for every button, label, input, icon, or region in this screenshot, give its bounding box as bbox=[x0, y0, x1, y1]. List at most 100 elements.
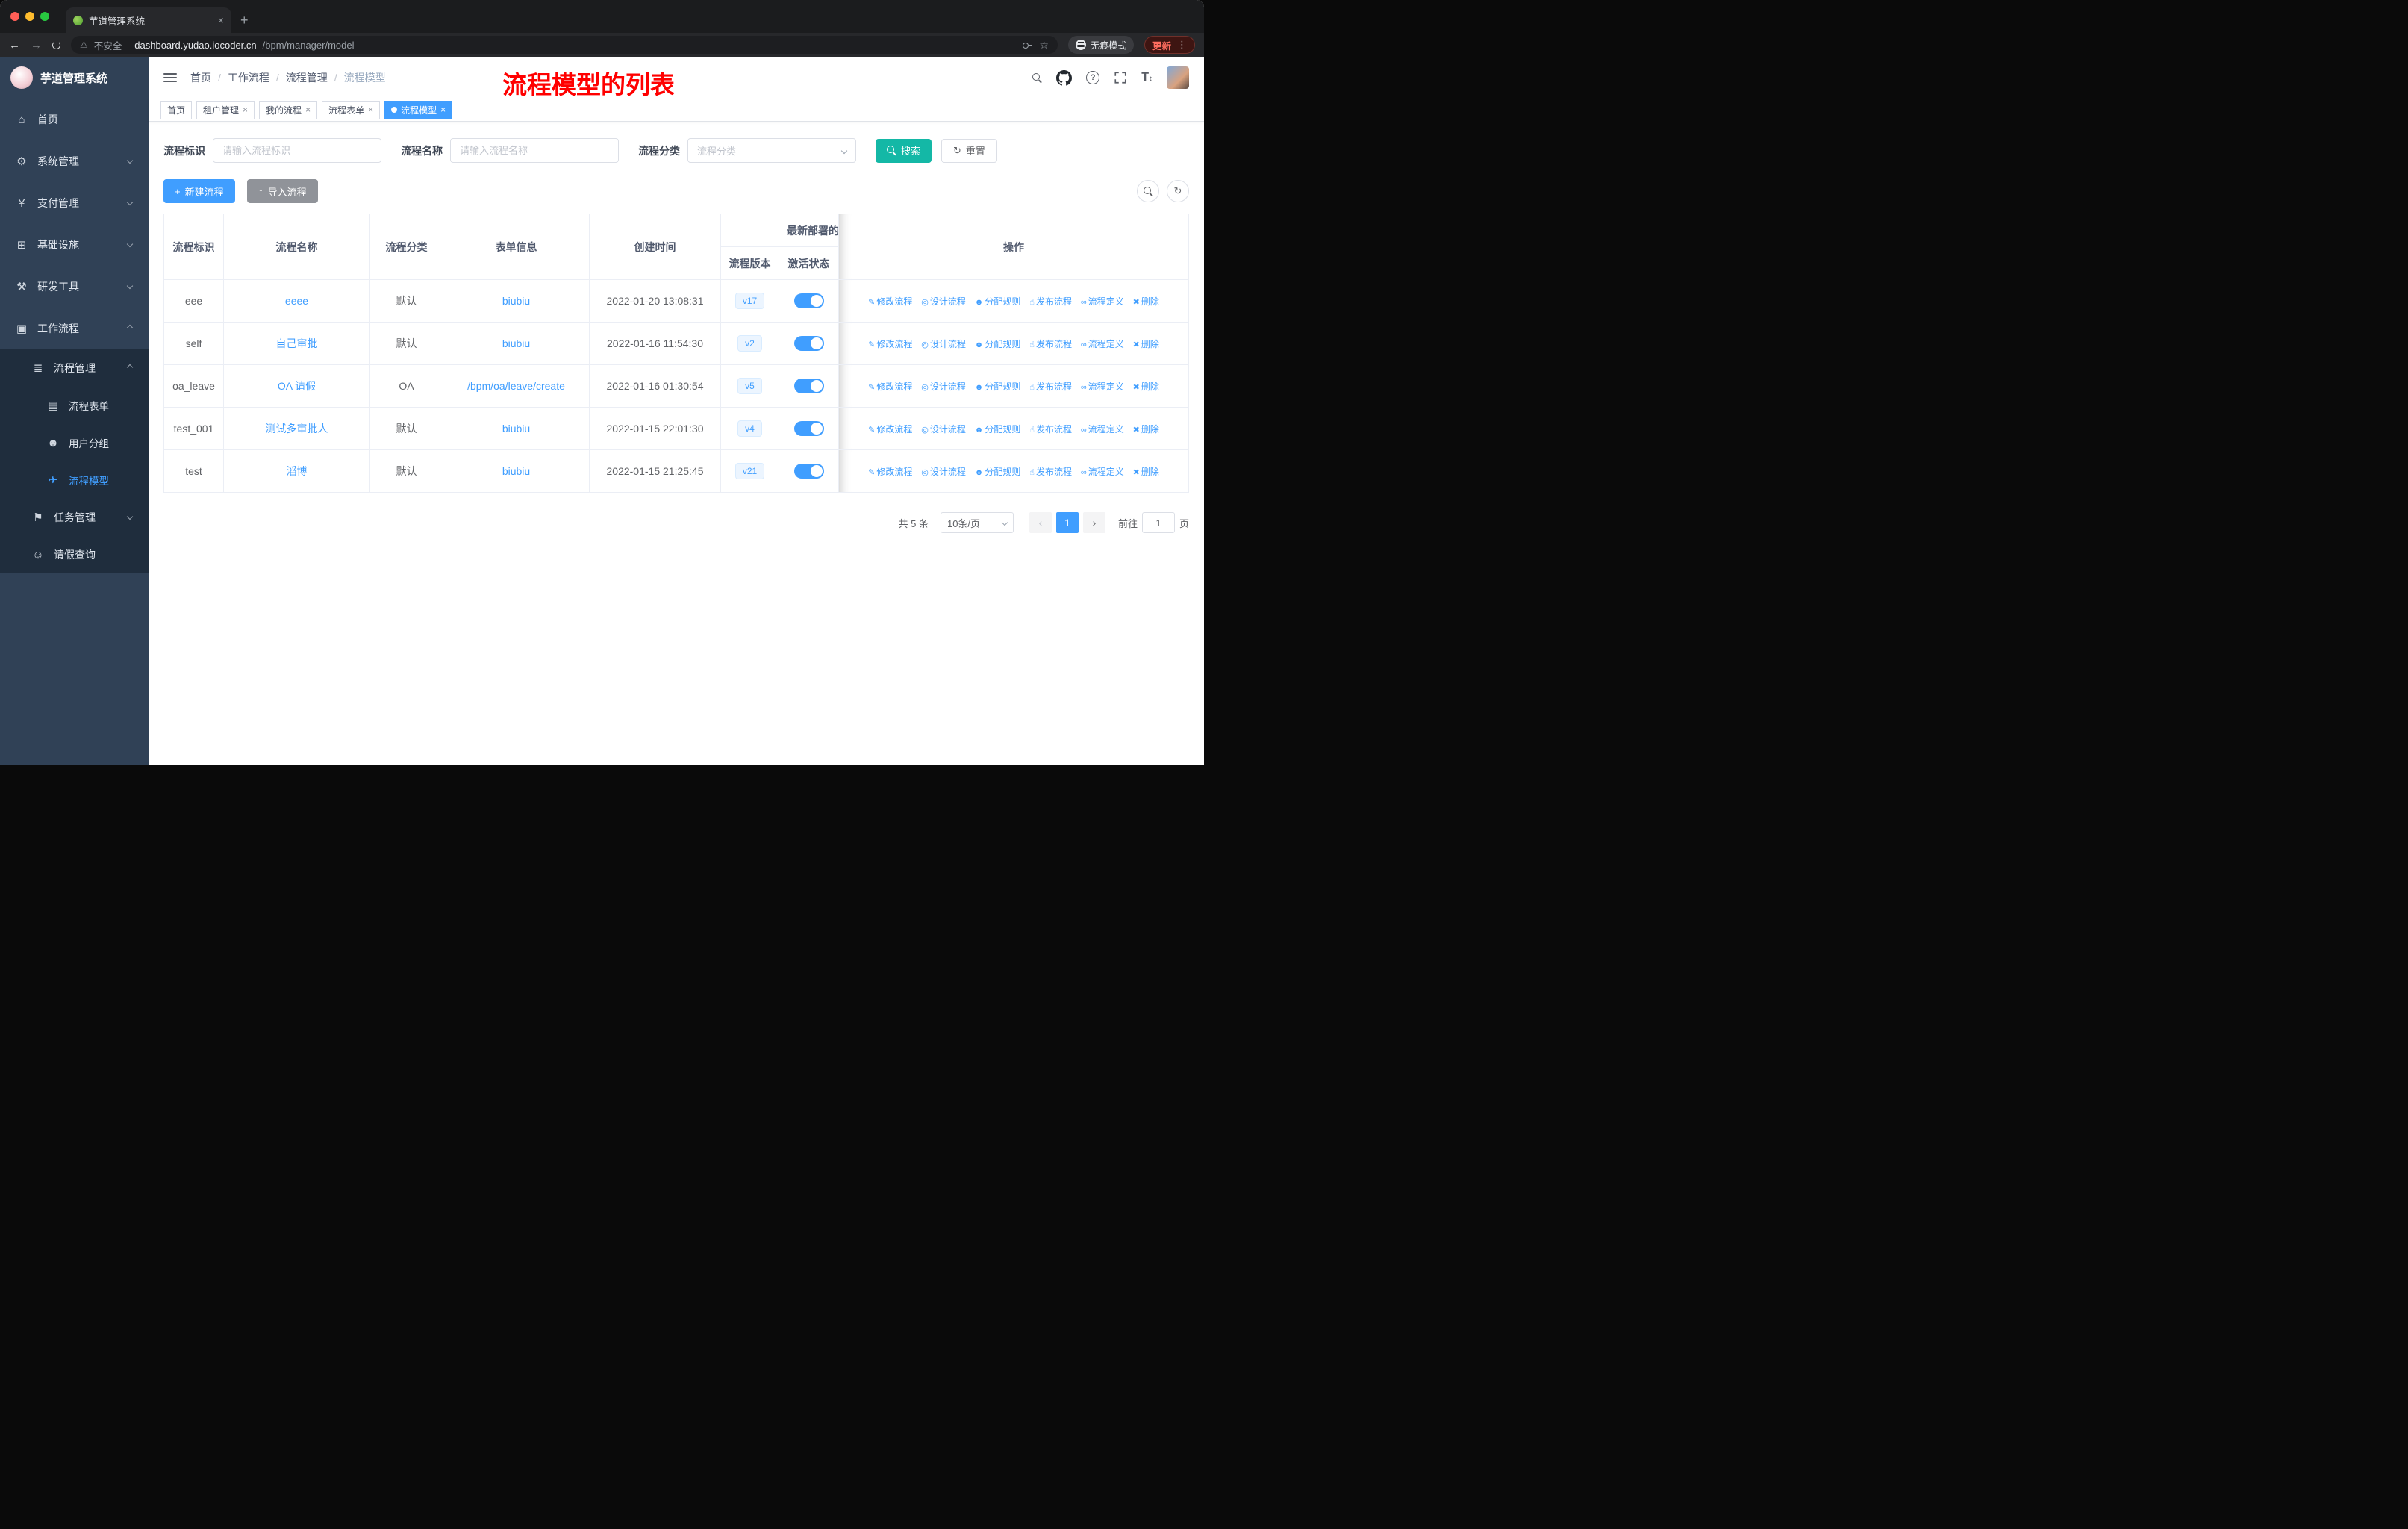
page-1-button[interactable]: 1 bbox=[1055, 512, 1079, 533]
publish-process-link[interactable]: ☝ 发布流程 bbox=[1029, 424, 1072, 435]
tag-process-model[interactable]: 流程模型 × bbox=[384, 100, 453, 119]
password-key-icon[interactable] bbox=[1022, 40, 1033, 50]
status-toggle[interactable] bbox=[793, 421, 824, 436]
close-icon[interactable]: × bbox=[243, 105, 248, 115]
search-button[interactable]: 搜索 bbox=[876, 138, 932, 163]
publish-process-link[interactable]: ☝ 发布流程 bbox=[1029, 296, 1072, 307]
sidebar-item-system-management[interactable]: ⚙ 系统管理 bbox=[0, 140, 149, 182]
form-info-link[interactable]: /bpm/oa/leave/create bbox=[467, 380, 565, 392]
reload-icon[interactable] bbox=[52, 40, 60, 49]
edit-process-link[interactable]: ✎ 修改流程 bbox=[868, 296, 912, 307]
version-badge[interactable]: v17 bbox=[734, 293, 765, 309]
close-icon[interactable]: × bbox=[440, 105, 446, 115]
sidebar-item-payment-management[interactable]: ¥ 支付管理 bbox=[0, 182, 149, 224]
prev-page-button[interactable]: ‹ bbox=[1029, 512, 1052, 533]
form-info-link[interactable]: biubiu bbox=[502, 337, 530, 349]
design-process-link[interactable]: ◎ 设计流程 bbox=[921, 424, 966, 435]
status-toggle[interactable] bbox=[793, 464, 824, 479]
process-name-link[interactable]: OA 请假 bbox=[278, 380, 316, 392]
process-name-link[interactable]: 测试多审批人 bbox=[266, 423, 328, 435]
publish-process-link[interactable]: ☝ 发布流程 bbox=[1029, 467, 1072, 477]
category-select[interactable]: 流程分类 bbox=[687, 138, 856, 163]
sidebar-item-process-form[interactable]: ▤ 流程表单 bbox=[0, 387, 149, 424]
delete-link[interactable]: ✖ 删除 bbox=[1133, 296, 1159, 307]
hamburger-icon[interactable] bbox=[163, 71, 177, 84]
design-process-link[interactable]: ◎ 设计流程 bbox=[921, 296, 966, 307]
tag-my-process[interactable]: 我的流程 × bbox=[259, 100, 318, 119]
edit-process-link[interactable]: ✎ 修改流程 bbox=[868, 467, 912, 477]
process-name-link[interactable]: 自己审批 bbox=[276, 337, 318, 349]
delete-link[interactable]: ✖ 删除 bbox=[1133, 424, 1159, 435]
close-window-button[interactable] bbox=[10, 12, 19, 21]
browser-tab[interactable]: 芋道管理系统 × bbox=[66, 7, 231, 33]
process-definition-link[interactable]: ∞ 流程定义 bbox=[1081, 382, 1124, 392]
edit-process-link[interactable]: ✎ 修改流程 bbox=[868, 382, 912, 392]
page-size-select[interactable]: 10条/页 bbox=[940, 512, 1014, 533]
process-key-input[interactable] bbox=[213, 138, 381, 163]
goto-page-input[interactable] bbox=[1141, 512, 1175, 533]
edit-process-link[interactable]: ✎ 修改流程 bbox=[868, 339, 912, 349]
process-definition-link[interactable]: ∞ 流程定义 bbox=[1081, 296, 1124, 307]
process-definition-link[interactable]: ∞ 流程定义 bbox=[1081, 339, 1124, 349]
import-process-button[interactable]: ↑ 导入流程 bbox=[247, 179, 318, 203]
design-process-link[interactable]: ◎ 设计流程 bbox=[921, 467, 966, 477]
forward-icon[interactable]: → bbox=[31, 40, 42, 51]
version-badge[interactable]: v21 bbox=[734, 463, 765, 479]
font-size-icon[interactable]: T↕ bbox=[1141, 71, 1152, 84]
breadcrumb-workflow[interactable]: 工作流程 bbox=[228, 70, 269, 85]
github-icon[interactable] bbox=[1056, 69, 1073, 86]
publish-process-link[interactable]: ☝ 发布流程 bbox=[1029, 382, 1072, 392]
status-toggle[interactable] bbox=[793, 379, 824, 393]
sidebar-item-process-management[interactable]: ≣ 流程管理 bbox=[0, 349, 149, 387]
avatar[interactable] bbox=[1167, 66, 1189, 89]
form-info-link[interactable]: biubiu bbox=[502, 295, 530, 307]
process-definition-link[interactable]: ∞ 流程定义 bbox=[1081, 424, 1124, 435]
delete-link[interactable]: ✖ 删除 bbox=[1133, 467, 1159, 477]
breadcrumb-home[interactable]: 首页 bbox=[190, 70, 211, 85]
design-process-link[interactable]: ◎ 设计流程 bbox=[921, 339, 966, 349]
new-tab-button[interactable]: + bbox=[240, 13, 249, 28]
design-process-link[interactable]: ◎ 设计流程 bbox=[921, 382, 966, 392]
search-icon[interactable] bbox=[1032, 72, 1042, 83]
process-name-link[interactable]: eeee bbox=[285, 295, 308, 307]
sidebar-item-workflow[interactable]: ▣ 工作流程 bbox=[0, 308, 149, 349]
help-icon[interactable]: ? bbox=[1086, 71, 1100, 84]
close-icon[interactable]: × bbox=[368, 105, 373, 115]
sidebar-item-leave-query[interactable]: ☺ 请假查询 bbox=[0, 536, 149, 573]
publish-process-link[interactable]: ☝ 发布流程 bbox=[1029, 339, 1072, 349]
next-page-button[interactable]: › bbox=[1082, 512, 1105, 533]
sidebar-item-infrastructure[interactable]: ⊞ 基础设施 bbox=[0, 224, 149, 266]
tag-tenant-management[interactable]: 租户管理 × bbox=[196, 100, 255, 119]
sidebar-item-dev-tools[interactable]: ⚒ 研发工具 bbox=[0, 266, 149, 308]
sidebar-item-user-group[interactable]: ☻ 用户分组 bbox=[0, 424, 149, 461]
address-bar[interactable]: ⚠ 不安全 dashboard.yudao.iocoder.cn /bpm/ma… bbox=[71, 36, 1058, 54]
tag-process-form[interactable]: 流程表单 × bbox=[322, 100, 381, 119]
assign-rule-link[interactable]: ☻ 分配规则 bbox=[975, 339, 1021, 349]
close-icon[interactable]: × bbox=[305, 105, 311, 115]
form-info-link[interactable]: biubiu bbox=[502, 465, 530, 477]
version-badge[interactable]: v2 bbox=[737, 335, 762, 352]
version-badge[interactable]: v4 bbox=[737, 420, 762, 437]
tab-close-icon[interactable]: × bbox=[218, 14, 224, 26]
breadcrumb-process-management[interactable]: 流程管理 bbox=[286, 70, 328, 85]
fullscreen-icon[interactable] bbox=[1114, 71, 1127, 84]
menu-dots-icon[interactable]: ⋮ bbox=[1177, 39, 1187, 51]
reset-button[interactable]: ↻ 重置 bbox=[941, 138, 997, 163]
bookmark-star-icon[interactable]: ☆ bbox=[1039, 39, 1049, 52]
sidebar-item-process-model[interactable]: ✈ 流程模型 bbox=[0, 461, 149, 499]
delete-link[interactable]: ✖ 删除 bbox=[1133, 382, 1159, 392]
assign-rule-link[interactable]: ☻ 分配规则 bbox=[975, 467, 1021, 477]
tag-home[interactable]: 首页 bbox=[160, 100, 193, 119]
assign-rule-link[interactable]: ☻ 分配规则 bbox=[975, 382, 1021, 392]
assign-rule-link[interactable]: ☻ 分配规则 bbox=[975, 424, 1021, 435]
process-name-link[interactable]: 滔博 bbox=[287, 465, 308, 477]
delete-link[interactable]: ✖ 删除 bbox=[1133, 339, 1159, 349]
toggle-search-button[interactable] bbox=[1137, 180, 1159, 202]
assign-rule-link[interactable]: ☻ 分配规则 bbox=[975, 296, 1021, 307]
back-icon[interactable]: ← bbox=[9, 40, 20, 51]
refresh-table-button[interactable]: ↻ bbox=[1167, 180, 1189, 202]
process-name-input[interactable] bbox=[450, 138, 619, 163]
status-toggle[interactable] bbox=[793, 336, 824, 351]
version-badge[interactable]: v5 bbox=[737, 378, 762, 394]
create-process-button[interactable]: + 新建流程 bbox=[163, 179, 235, 203]
